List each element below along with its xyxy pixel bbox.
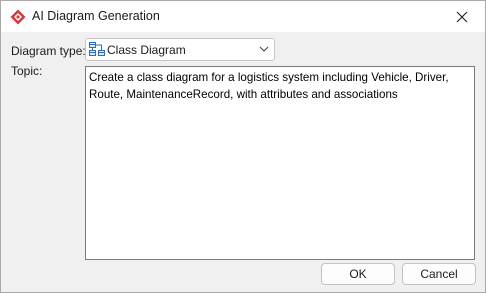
dialog-content: Diagram type: Class Diagram Topic: Creat… [1,32,485,292]
class-diagram-icon [89,42,105,56]
topic-label: Topic: [11,64,43,78]
ok-button[interactable]: OK [321,263,395,285]
window-title: AI Diagram Generation [32,9,160,23]
dialog-window: AI Diagram Generation Diagram type: Clas… [0,0,486,293]
title-bar[interactable]: AI Diagram Generation [1,1,485,32]
chevron-down-icon [259,46,269,52]
diagram-type-label: Diagram type: [11,44,86,58]
diagram-type-value: Class Diagram [107,43,186,57]
diagram-type-select[interactable]: Class Diagram [85,38,275,61]
cancel-button[interactable]: Cancel [402,263,476,285]
topic-textarea[interactable]: Create a class diagram for a logistics s… [85,66,475,260]
close-button[interactable] [439,1,485,32]
app-diamond-icon [10,9,26,25]
close-icon [456,11,468,22]
